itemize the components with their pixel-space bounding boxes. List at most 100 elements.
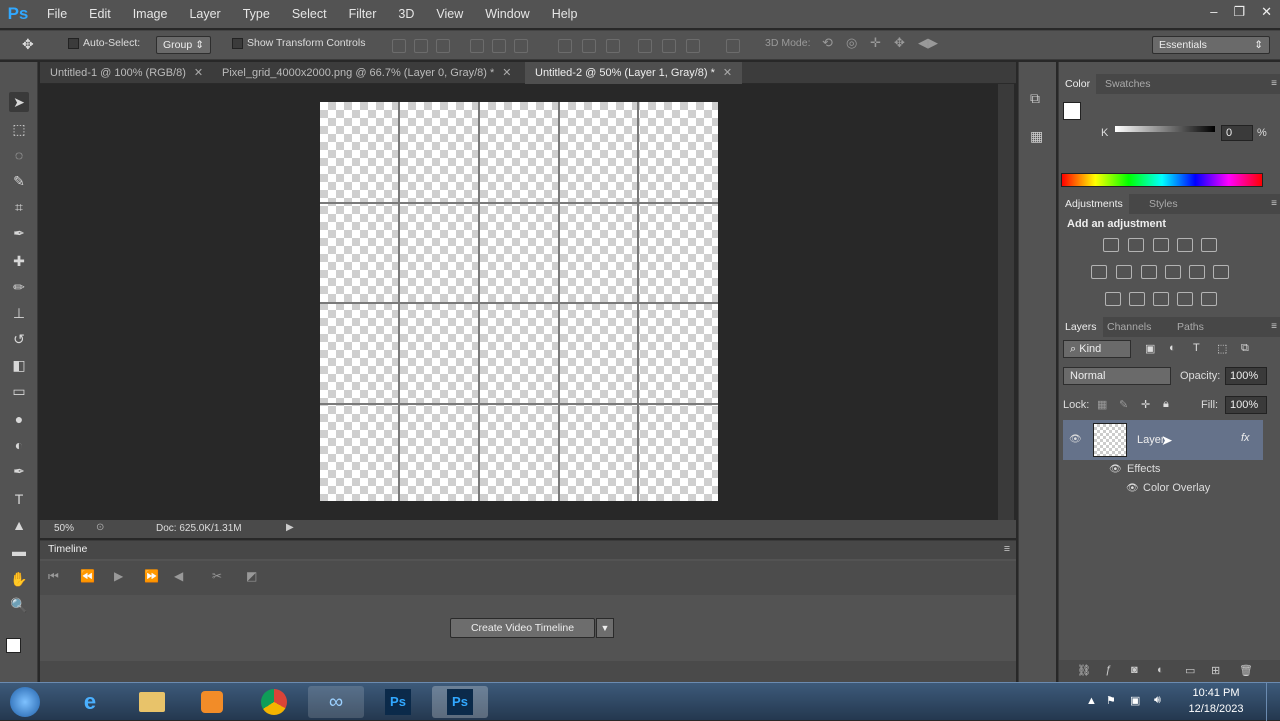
distribute-left-icon[interactable] — [638, 39, 652, 53]
curves-icon[interactable] — [1153, 238, 1169, 252]
distribute-top-icon[interactable] — [558, 39, 572, 53]
clock-time[interactable]: 10:41 PM — [1184, 687, 1248, 699]
tab-swatches[interactable]: Swatches — [1099, 74, 1157, 94]
distribute-right-icon[interactable] — [686, 39, 700, 53]
layer-row[interactable]: 👁︎ Layer ➤ fx — [1063, 420, 1263, 460]
tab-pixel-grid[interactable]: Pixel_grid_4000x2000.png @ 66.7% (Layer … — [212, 62, 522, 84]
k-value-field[interactable]: 0 — [1221, 125, 1253, 141]
new-layer-icon[interactable]: ⊞ — [1211, 664, 1220, 677]
workspace-dropdown[interactable]: Essentials ⇕ — [1152, 36, 1270, 54]
fill-field[interactable]: 100% — [1225, 396, 1267, 414]
menu-layer[interactable]: Layer — [178, 0, 231, 28]
quick-select-tool-icon[interactable]: ✎ — [9, 171, 29, 191]
status-menu-arrow-icon[interactable]: ▶ — [286, 522, 294, 533]
gradient-tool-icon[interactable]: ▭ — [9, 381, 29, 401]
hand-tool-icon[interactable]: ✋ — [9, 569, 29, 589]
3d-scale-icon[interactable]: ◀▶ — [918, 35, 938, 51]
tab-untitled-2[interactable]: Untitled-2 @ 50% (Layer 1, Gray/8) * ✕ — [525, 62, 743, 84]
align-right-icon[interactable] — [514, 39, 528, 53]
type-tool-icon[interactable]: T — [9, 489, 29, 509]
start-button[interactable] — [0, 686, 50, 718]
selective-color-icon[interactable] — [1177, 292, 1193, 306]
exposure-icon[interactable] — [1177, 238, 1193, 252]
align-vcenter-icon[interactable] — [414, 39, 428, 53]
tab-layers[interactable]: Layers — [1059, 317, 1103, 337]
move-tool-icon[interactable]: ➤ — [9, 92, 29, 112]
new-adjustment-layer-icon[interactable]: ◐ — [1157, 664, 1164, 676]
layer-thumbnail[interactable] — [1093, 423, 1127, 457]
visibility-eye-icon[interactable]: 👁︎ — [1069, 434, 1082, 445]
distribute-bottom-icon[interactable] — [606, 39, 620, 53]
color-lookup-icon[interactable] — [1213, 265, 1229, 279]
restore-button[interactable]: ❐ — [1233, 4, 1245, 20]
blur-tool-icon[interactable]: ● — [9, 409, 29, 429]
pen-tool-icon[interactable]: ✒ — [9, 461, 29, 481]
filter-shape-icon[interactable]: ⬚ — [1217, 342, 1227, 355]
taskbar-ie[interactable]: e — [62, 686, 118, 718]
posterize-icon[interactable] — [1129, 292, 1145, 306]
taskbar-photoshop-2[interactable]: Ps — [432, 686, 488, 718]
threshold-icon[interactable] — [1153, 292, 1169, 306]
history-panel-icon[interactable]: ⧉ — [1030, 90, 1040, 107]
dodge-tool-icon[interactable]: ◐ — [9, 435, 29, 455]
close-tab-icon[interactable]: ✕ — [723, 67, 732, 79]
timeline-type-dropdown[interactable]: ▼ — [596, 618, 614, 638]
eraser-tool-icon[interactable]: ◧ — [9, 355, 29, 375]
properties-panel-icon[interactable]: ▦ — [1030, 128, 1043, 145]
move-tool-icon[interactable]: ✥ — [22, 36, 34, 53]
crop-tool-icon[interactable]: ⌗ — [9, 197, 29, 217]
align-top-icon[interactable] — [392, 39, 406, 53]
align-hcenter-icon[interactable] — [492, 39, 506, 53]
panel-menu-icon[interactable]: ≡ — [1271, 74, 1277, 94]
lock-all-icon[interactable]: 🔒︎ — [1163, 398, 1169, 411]
close-button[interactable]: ✕ — [1261, 4, 1272, 20]
taskbar-photoshop-1[interactable]: Ps — [370, 686, 426, 718]
k-slider[interactable] — [1115, 126, 1215, 132]
color-spectrum-ramp[interactable] — [1061, 173, 1263, 187]
auto-align-icon[interactable] — [726, 39, 740, 53]
previous-frame-icon[interactable]: ⏪ — [80, 569, 95, 583]
3d-drag-icon[interactable]: ✛ — [870, 35, 881, 51]
panel-menu-icon[interactable]: ≡ — [1004, 543, 1010, 555]
tray-network-icon[interactable]: ▣ — [1130, 694, 1140, 707]
color-overlay-eye-icon[interactable]: 👁︎ — [1126, 483, 1139, 494]
audio-icon[interactable]: ◀ — [174, 569, 183, 583]
menu-window[interactable]: Window — [474, 0, 540, 28]
new-group-icon[interactable]: ▭ — [1185, 664, 1195, 677]
auto-select-dropdown[interactable]: Group ⇕ — [156, 36, 211, 54]
photo-filter-icon[interactable] — [1165, 265, 1181, 279]
blend-mode-dropdown[interactable]: Normal — [1063, 367, 1171, 385]
3d-rotate-icon[interactable]: ⟲ — [822, 35, 833, 51]
menu-3d[interactable]: 3D — [387, 0, 425, 28]
show-desktop-button[interactable] — [1266, 683, 1280, 721]
close-tab-icon[interactable]: ✕ — [194, 67, 203, 79]
menu-file[interactable]: File — [36, 0, 78, 28]
minimize-button[interactable]: – — [1210, 4, 1217, 20]
brush-tool-icon[interactable]: ✏ — [9, 277, 29, 297]
shape-tool-icon[interactable]: ▬ — [9, 541, 29, 561]
menu-select[interactable]: Select — [281, 0, 338, 28]
distribute-hcenter-icon[interactable] — [662, 39, 676, 53]
auto-select-checkbox[interactable]: Auto-Select: — [68, 37, 140, 49]
next-frame-icon[interactable]: ⏩ — [144, 569, 159, 583]
link-layers-icon[interactable]: ⛓︎ — [1077, 664, 1091, 677]
taskbar-app[interactable]: ∞ — [308, 686, 364, 718]
menu-edit[interactable]: Edit — [78, 0, 122, 28]
delete-layer-icon[interactable]: 🗑︎ — [1239, 664, 1253, 677]
add-mask-icon[interactable]: ◙ — [1131, 664, 1138, 676]
lasso-tool-icon[interactable]: ◌ — [9, 145, 29, 165]
layer-fx-icon[interactable]: fx — [1241, 432, 1250, 444]
clock-date[interactable]: 12/18/2023 — [1184, 703, 1248, 715]
lock-transparent-icon[interactable]: ▦ — [1097, 398, 1107, 411]
lock-image-icon[interactable]: ✎ — [1119, 398, 1128, 411]
marquee-tool-icon[interactable]: ⬚ — [9, 119, 29, 139]
tab-adjustments[interactable]: Adjustments — [1059, 194, 1129, 214]
healing-brush-tool-icon[interactable]: ✚ — [9, 251, 29, 271]
channel-mixer-icon[interactable] — [1189, 265, 1205, 279]
zoom-level[interactable]: 50% — [54, 523, 74, 534]
3d-roll-icon[interactable]: ◎ — [846, 35, 857, 51]
invert-icon[interactable] — [1105, 292, 1121, 306]
3d-slide-icon[interactable]: ✥ — [894, 35, 905, 51]
taskbar-explorer[interactable] — [124, 686, 180, 718]
first-frame-icon[interactable]: ⏮ — [48, 569, 59, 584]
